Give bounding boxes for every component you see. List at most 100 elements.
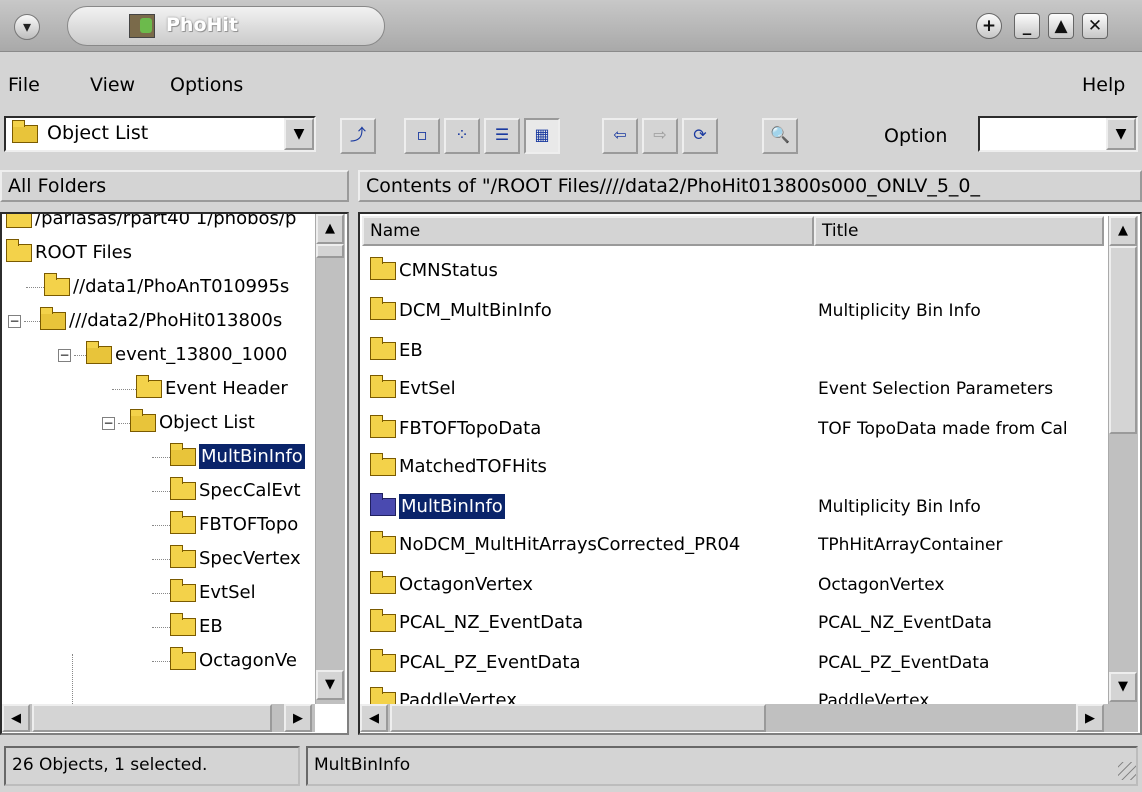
list-item[interactable]: OctagonVertex [370,566,533,604]
plus-icon[interactable]: + [976,13,1002,39]
refresh-icon[interactable]: ⟳ [682,118,718,154]
small-icons-icon[interactable]: ⁘ [444,118,480,154]
tree-vertical-scrollbar[interactable]: ▲ ▼ [315,214,345,704]
scroll-thumb[interactable] [32,704,272,732]
scroll-down-icon[interactable]: ▼ [316,670,344,700]
list-item[interactable]: DCM_MultBinInfo [370,292,552,330]
up-folder-icon[interactable]: ⤴ [340,118,376,154]
find-icon[interactable]: 🔍 [762,118,798,154]
tree-item-label: SpecCalEvt [199,480,301,501]
large-icons-icon[interactable]: ▫ [404,118,440,154]
list-item-title: PCAL_NZ_EventData [818,613,992,633]
menu-options[interactable]: Options [170,74,243,96]
column-header-name[interactable]: Name [362,216,814,246]
list-item-name: PaddleVertex [399,690,517,704]
list-vertical-scrollbar[interactable]: ▲ ▼ [1108,216,1138,704]
scroll-left-icon[interactable]: ◀ [2,704,30,732]
list-item[interactable]: PCAL_PZ_EventData [370,644,581,682]
scroll-thumb[interactable] [390,704,766,732]
tree-item[interactable]: //data1/PhoAnT010995s [26,270,289,304]
list-item-title: Multiplicity Bin Info [818,497,981,517]
contents-list[interactable]: Name Title CMNStatus DCM_MultBinInfo Mul… [358,212,1142,735]
folder-icon [370,453,396,476]
column-header-title[interactable]: Title [814,216,1104,246]
contents-header: Contents of "/ROOT Files////data2/PhoHit… [358,170,1142,202]
chevron-down-icon[interactable]: ▼ [284,118,314,150]
folder-icon [370,571,396,594]
menu-help[interactable]: Help [1082,74,1125,96]
tree-item[interactable]: − event_13800_1000 [58,338,287,372]
tree-item-root-files[interactable]: ROOT Files [6,236,132,270]
maximize-icon[interactable]: ▲ [1048,13,1074,39]
folder-icon [370,493,396,516]
list-item-name: CMNStatus [399,260,498,281]
folder-icon [170,545,196,568]
list-item-selected[interactable]: MultBinInfo [370,488,505,526]
scroll-up-icon[interactable]: ▲ [316,214,344,244]
tree-item-label: MultBinInfo [199,444,305,469]
scroll-left-icon[interactable]: ◀ [360,704,388,732]
scroll-right-icon[interactable]: ▶ [284,704,312,732]
tree-item[interactable]: SpecVertex [152,542,301,576]
collapse-icon[interactable]: − [8,314,21,328]
chevron-down-icon[interactable]: ▼ [1106,118,1136,150]
status-selection: MultBinInfo [306,746,1138,786]
resize-grip-icon[interactable] [1118,762,1136,780]
scroll-down-icon[interactable]: ▼ [1109,672,1137,702]
tree-item[interactable]: EB [152,610,223,644]
folder-icon [370,257,396,280]
list-item[interactable]: FBTOFTopoData [370,410,541,448]
scroll-thumb[interactable] [316,244,344,258]
list-item[interactable]: PCAL_NZ_EventData [370,604,583,642]
list-view-icon[interactable]: ☰ [484,118,520,154]
folder-icon [370,609,396,632]
folder-open-icon [130,409,156,432]
tree-item[interactable]: SpecCalEvt [152,474,301,508]
folder-icon [370,649,396,672]
folder-icon [6,214,32,228]
tree-item[interactable]: Event Header [112,372,288,406]
scroll-up-icon[interactable]: ▲ [1109,216,1137,246]
list-item-name: PCAL_NZ_EventData [399,612,584,633]
scroll-right-icon[interactable]: ▶ [1076,704,1104,732]
list-item[interactable]: PaddleVertex [370,682,517,704]
tree-item-label: SpecVertex [199,548,301,569]
details-view-icon[interactable]: ▦ [524,118,560,154]
list-item[interactable]: NoDCM_MultHitArraysCorrected_PR04 [370,526,740,564]
folder-icon [370,531,396,554]
minimize-icon[interactable]: _ [1014,13,1040,39]
title-tab[interactable]: PhoHit [67,6,385,46]
collapse-icon[interactable]: − [102,416,115,430]
tree-item[interactable]: FBTOFTopo [152,508,298,542]
forward-arrow-icon[interactable]: ⇨ [642,118,678,154]
menu-file[interactable]: File [8,74,40,96]
list-item[interactable]: EvtSel [370,370,456,408]
collapse-icon[interactable]: − [58,348,71,362]
scroll-thumb[interactable] [1109,246,1137,434]
tree-item[interactable]: /parlasas/rpart40 1/phobos/p [6,214,296,236]
tree-item[interactable]: − ///data2/PhoHit013800s [8,304,282,338]
tree-item[interactable]: EvtSel [152,576,256,610]
title-bar[interactable]: ▾ PhoHit + _ ▲ ✕ [0,0,1142,52]
list-horizontal-scrollbar[interactable]: ◀ ▶ [360,704,1138,732]
app-icon [129,14,155,38]
folder-tree[interactable]: /parlasas/rpart40 1/phobos/p ROOT Files … [0,212,349,735]
list-item[interactable]: CMNStatus [370,252,498,290]
menu-view[interactable]: View [90,74,135,96]
chevron-down-icon[interactable]: ▾ [14,14,40,40]
close-icon[interactable]: ✕ [1082,13,1108,39]
tree-horizontal-scrollbar[interactable]: ◀ ▶ [2,704,315,732]
list-item[interactable]: MatchedTOFHits [370,448,547,486]
tree-item-label: EvtSel [199,582,256,603]
list-item-name: PCAL_PZ_EventData [399,652,581,673]
option-combo[interactable]: ▼ [978,116,1138,152]
folder-icon [370,375,396,398]
back-arrow-icon[interactable]: ⇦ [602,118,638,154]
tree-item-selected[interactable]: MultBinInfo [152,440,305,474]
tree-item[interactable]: − Object List [102,406,255,440]
folder-icon [170,579,196,602]
location-combo[interactable]: Object List ▼ [4,116,316,152]
list-item[interactable]: EB [370,332,423,370]
folder-open-icon [40,307,66,330]
tree-item[interactable]: OctagonVe [152,644,297,678]
